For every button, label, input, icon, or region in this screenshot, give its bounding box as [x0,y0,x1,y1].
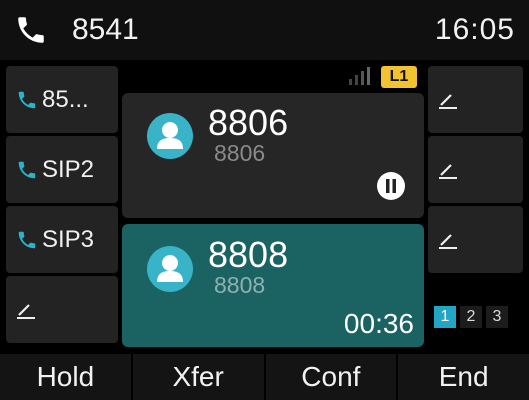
line-badge: L1 [381,66,417,88]
transfer-button[interactable]: Xfer [133,354,266,400]
line-key-2[interactable]: SIP2 [6,136,118,203]
phone-handset-icon [18,17,44,43]
softkey-bar: Hold Xfer Conf End [0,354,529,400]
held-call-card[interactable]: 8806 8806 [122,93,424,218]
line-key-label: SIP2 [42,155,95,183]
contact-avatar-icon [147,246,193,292]
hold-button[interactable]: Hold [0,354,133,400]
call-area: L1 8806 8806 8808 8808 00:36 [120,63,426,347]
phone-handset-icon [18,231,36,248]
status-bar: 8541 16:05 [0,0,529,60]
line-key-3[interactable]: SIP3 [6,206,118,273]
page-1[interactable]: 1 [434,306,456,328]
pencil-icon [17,303,35,319]
call-subtitle: 8808 [214,272,266,298]
pencil-icon [439,233,457,249]
line-key-right-2[interactable] [428,136,523,203]
call-subtitle: 8806 [214,140,266,166]
line-key-right-1[interactable] [428,66,523,133]
line-key-right-3[interactable] [428,206,523,273]
account-number: 8541 [72,13,139,46]
pencil-icon [439,93,457,109]
conference-button[interactable]: Conf [266,354,399,400]
call-duration: 00:36 [343,308,414,339]
line-key-1[interactable]: 85... [6,66,118,133]
line-key-label: SIP3 [42,225,95,253]
pencil-icon [439,163,457,179]
end-call-button[interactable]: End [398,354,529,400]
call-number: 8806 [208,102,289,143]
phone-handset-icon [18,91,36,108]
active-call-card[interactable]: 8808 8808 00:36 [122,224,424,347]
pause-circle-icon [377,172,405,200]
page-indicator: 1 2 3 [434,306,508,328]
contact-avatar-icon [147,113,193,159]
line-key-4[interactable] [6,276,118,343]
page-3[interactable]: 3 [486,306,508,328]
signal-strength-icon [349,67,370,85]
clock-time: 16:05 [434,13,515,46]
phone-handset-icon [18,161,36,178]
page-2[interactable]: 2 [460,306,482,328]
call-number: 8808 [208,234,289,275]
line-key-label: 85... [42,85,89,113]
